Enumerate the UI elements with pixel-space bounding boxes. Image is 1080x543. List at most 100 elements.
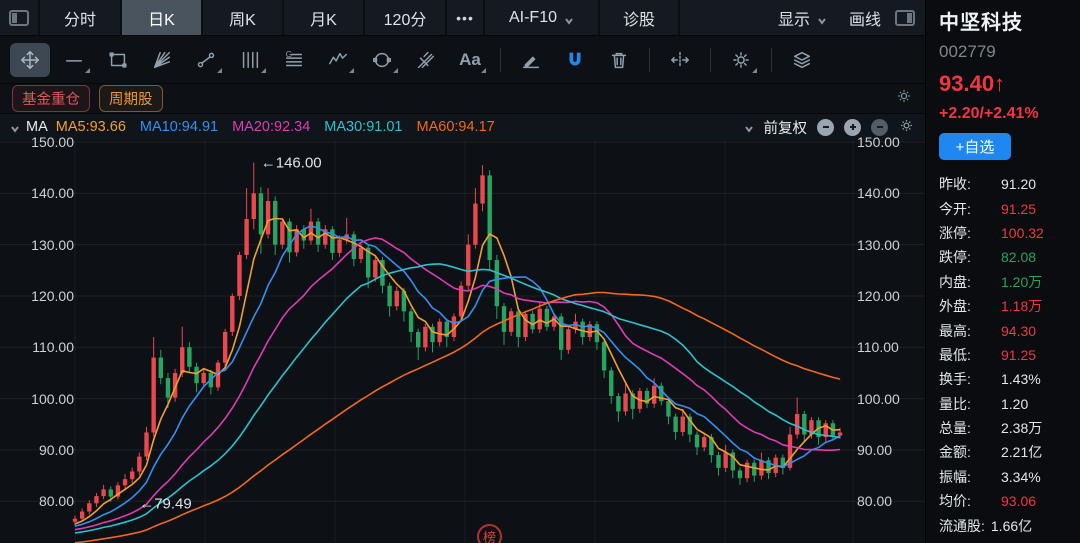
quote-panel: 中坚科技 002779 93.40↑ +2.20/+2.41% +自选 昨收:9… [925,0,1080,543]
dropdown-corner-icon [85,68,90,73]
stat-inner-volume: 内盘:1.20万 [939,270,1080,294]
cycle-tool-button[interactable] [362,43,402,77]
brush-icon [520,49,542,71]
ma10-value: MA10:94.91 [140,119,218,135]
magnet-tool-button[interactable] [555,43,595,77]
right-axis-tick-label: 110.00 [857,339,917,355]
stat-outer-volume: 外盘:1.18万 [939,294,1080,318]
right-axis-tick-label: 90.00 [857,442,917,458]
text-tool-button[interactable]: Aa [450,43,490,77]
brush-tool-button[interactable] [511,43,551,77]
stat-total-volume: 总量:2.38万 [939,416,1080,440]
wave-icon [327,49,349,71]
draw-line-button[interactable]: 画线 [837,0,893,35]
settings-tool-button[interactable] [721,43,761,77]
stat-limit-up: 涨停:100.32 [939,221,1080,245]
collapse-ma-chevron-icon[interactable] [10,122,20,132]
stock-code: 002779 [939,42,1080,62]
left-axis-tick-label: 100.00 [14,391,74,407]
tab-120min[interactable]: 120分 [365,0,447,35]
ai-f10-dropdown[interactable]: AI-F10 [485,0,600,35]
stat-prev-close: 昨收:91.20 [939,172,1080,196]
tags-settings-button[interactable] [895,87,913,110]
left-axis-tick-label: 90.00 [14,442,74,458]
stock-name: 中坚科技 [939,6,1080,35]
trendline-icon [63,49,85,71]
stat-open: 今开:91.25 [939,196,1080,220]
diagnose-stock-button[interactable]: 诊股 [600,0,680,35]
vertical-lines-tool-button[interactable] [230,43,270,77]
layers-icon [791,49,813,71]
move-tool-button[interactable] [10,43,50,77]
tab-monthly-k[interactable]: 月K [284,0,365,35]
forward-adjust-label[interactable]: 前复权 [764,117,808,138]
tag-cyclical-stock[interactable]: 周期股 [99,85,163,112]
current-price: 93.40↑ [939,71,1080,97]
left-axis-tick-label: 130.00 [14,237,74,253]
stat-volume-ratio: 量比:1.20 [939,392,1080,416]
stat-avg-price: 均价:93.06 [939,489,1080,513]
zoom-in-button[interactable] [844,119,861,136]
gann-fan-icon [151,49,173,71]
chevron-down-icon [817,13,827,23]
stock-app-window: 分时 日K 周K 月K 120分 ••• AI-F10 诊股 显示 画线 G A… [0,0,1080,543]
right-axis-tick-label: 100.00 [857,391,917,407]
ma30-value: MA30:91.01 [324,119,402,135]
ai-f10-label: AI-F10 [509,9,557,27]
left-axis-tick-label: 140.00 [14,185,74,201]
wave-tool-button[interactable] [318,43,358,77]
zoom-out-button[interactable] [817,119,834,136]
left-panel-toggle-button[interactable] [0,0,40,35]
adjust-chevron-icon[interactable] [744,122,754,132]
tab-minute[interactable]: 分时 [40,0,122,35]
price-annotation: ←79.49 [139,495,192,512]
left-axis-tick-label: 110.00 [14,339,74,355]
dropdown-corner-icon [217,68,222,73]
split-adjust-tool-button[interactable] [660,43,700,77]
tag-fund-holding[interactable]: 基金重仓 [12,85,90,112]
measure-tool-button[interactable] [186,43,226,77]
more-periods-button[interactable]: ••• [447,0,485,35]
gann-fan-tool-button[interactable] [142,43,182,77]
cycle-icon [371,49,393,71]
toolbar-divider [710,48,711,72]
display-dropdown[interactable]: 显示 [768,0,837,35]
pitchfork-tool-button[interactable] [406,43,446,77]
tabbar-spacer [680,0,768,35]
rectangle-icon [107,49,129,71]
zoom-reset-button[interactable] [871,119,888,136]
magnet-icon [564,49,586,71]
layers-tool-button[interactable] [782,43,822,77]
stat-amplitude: 振幅:3.34% [939,465,1080,489]
add-watchlist-button[interactable]: +自选 [939,133,1011,160]
measure-icon [195,49,217,71]
delete-tool-button[interactable] [599,43,639,77]
right-panel-toggle-button[interactable] [893,0,925,35]
price-annotation: ←146.00 [261,155,322,172]
stat-low: 最低:91.25 [939,343,1080,367]
gear-icon [898,117,915,134]
minus-icon [875,122,885,132]
toolbar-divider [771,48,772,72]
stat-float-shares: 流通股:1.66亿 [939,513,1080,537]
gann-grid-tool-button[interactable]: G [274,43,314,77]
right-axis-tick-label: 80.00 [857,493,917,509]
ma-title: MA [26,119,48,135]
candlestick-chart-svg: ←146.00 ←79.49 [0,140,925,543]
left-axis-tick-label: 150.00 [14,134,74,150]
trendline-tool-button[interactable] [54,43,94,77]
period-tabbar: 分时 日K 周K 月K 120分 ••• AI-F10 诊股 显示 画线 [0,0,925,36]
right-axis-tick-label: 140.00 [857,185,917,201]
toolbar-divider [649,48,650,72]
gann-grid-icon: G [283,49,305,71]
tab-weekly-k[interactable]: 周K [203,0,284,35]
tab-daily-k[interactable]: 日K [122,0,203,35]
left-panel-icon [9,10,29,26]
ma5-value: MA5:93.66 [56,119,126,135]
rectangle-tool-button[interactable] [98,43,138,77]
candlestick-chart-canvas[interactable]: ←146.00←79.49 榜 150.00150.00140.00140.00… [0,140,925,543]
dropdown-corner-icon [481,68,486,73]
minus-icon [821,122,831,132]
dropdown-corner-icon [261,68,266,73]
split-arrows-icon [669,49,691,71]
